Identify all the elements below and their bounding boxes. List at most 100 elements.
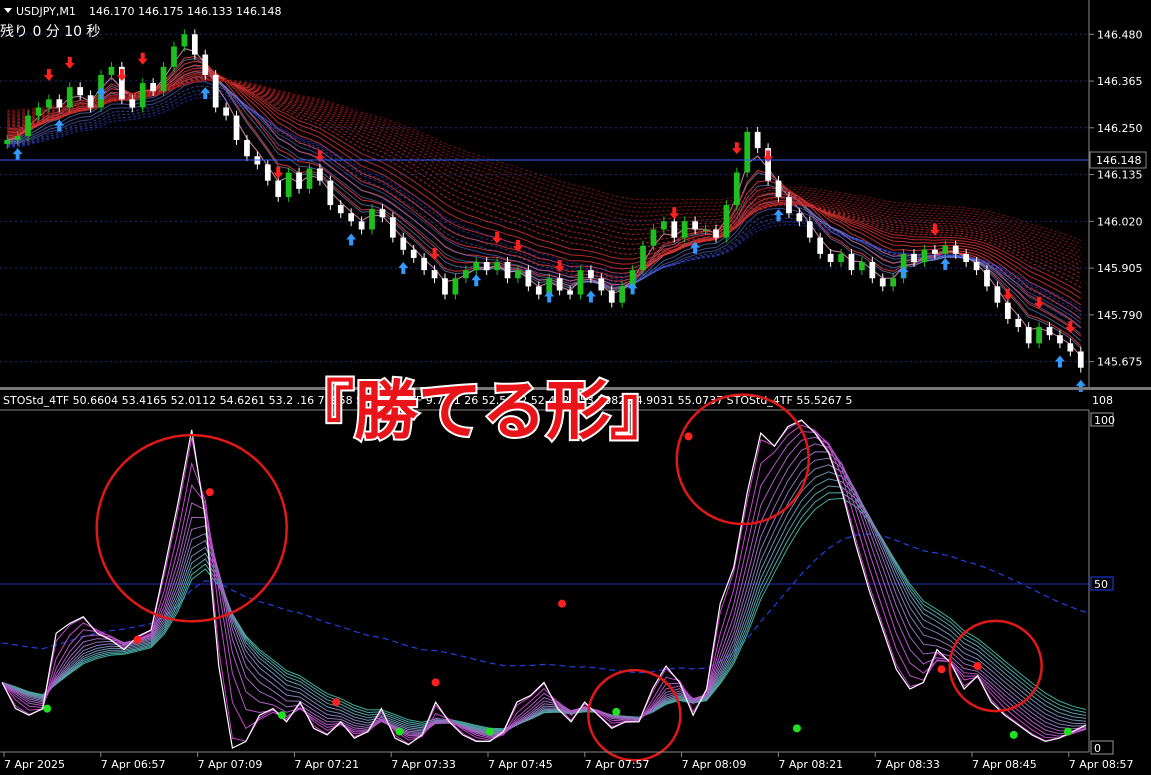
candle-body bbox=[87, 95, 94, 108]
time-tick-label: 7 Apr 08:09 bbox=[682, 758, 747, 771]
candle-body bbox=[421, 257, 428, 271]
sell-signal-dot bbox=[937, 665, 946, 674]
buy-signal-dot bbox=[395, 727, 404, 736]
stochastic-ribbon-line bbox=[1, 431, 1087, 739]
candle-body bbox=[921, 249, 928, 262]
candle-body bbox=[389, 217, 396, 238]
candle-body bbox=[650, 229, 657, 246]
price-tick-label: 146.365 bbox=[1097, 75, 1143, 88]
price-tick-label: 146.250 bbox=[1097, 122, 1143, 135]
candle-body bbox=[869, 262, 876, 279]
candle-body bbox=[171, 46, 177, 67]
buy-signal-dot bbox=[792, 724, 801, 733]
price-tick-label: 145.675 bbox=[1097, 356, 1143, 369]
buy-signal-dot bbox=[485, 727, 494, 736]
candle-body bbox=[598, 278, 605, 291]
candle-body bbox=[317, 168, 323, 181]
candle-body bbox=[911, 253, 917, 262]
highlight-circle bbox=[948, 619, 1043, 713]
candle-body bbox=[369, 209, 375, 230]
candle-body bbox=[660, 221, 667, 230]
ohlc-label: 146.170 146.175 146.133 146.148 bbox=[89, 5, 281, 18]
candle-body bbox=[264, 164, 271, 181]
candle-body bbox=[806, 221, 813, 238]
price-tick-label: 146.020 bbox=[1097, 215, 1143, 228]
price-tick-label: 145.905 bbox=[1097, 262, 1143, 275]
candle-body bbox=[838, 253, 844, 262]
time-tick-label: 7 Apr 08:21 bbox=[778, 758, 843, 771]
trading-chart[interactable]: 146.480 146.365 146.250 146.135 146.020 145.9… bbox=[0, 0, 1151, 775]
candle-body bbox=[859, 262, 865, 271]
candle-body bbox=[577, 270, 584, 295]
buy-signal-dot bbox=[1063, 727, 1072, 736]
time-tick-label: 7 Apr 08:57 bbox=[1069, 758, 1134, 771]
candle-body bbox=[35, 107, 42, 116]
indicator-tick-label: 50 bbox=[1094, 578, 1108, 591]
candle-body bbox=[515, 270, 521, 279]
candle-body bbox=[588, 270, 594, 279]
candle-body bbox=[942, 245, 949, 254]
stochastic-slow-line bbox=[1, 533, 1087, 674]
candle-body bbox=[223, 107, 229, 116]
candle-body bbox=[1025, 327, 1032, 344]
candle-body bbox=[744, 131, 751, 173]
time-tick-label: 7 Apr 07:09 bbox=[198, 758, 263, 771]
time-tick-label: 7 Apr 08:33 bbox=[875, 758, 940, 771]
candle-body bbox=[25, 115, 31, 136]
candle-body bbox=[191, 34, 198, 55]
candle-body bbox=[337, 205, 344, 214]
price-axis: 146.480 146.365 146.250 146.135 146.020 145.9… bbox=[1088, 0, 1143, 387]
candle-body bbox=[150, 83, 157, 92]
candle-body bbox=[608, 290, 615, 303]
candle-body bbox=[358, 221, 365, 230]
candle-body bbox=[56, 99, 63, 108]
candle-body bbox=[963, 253, 970, 262]
indicator-scale-top: 108 bbox=[1092, 394, 1113, 407]
candle-body bbox=[1036, 327, 1042, 344]
candle-body bbox=[275, 180, 282, 197]
candle-body bbox=[931, 249, 938, 254]
candle-body bbox=[973, 262, 980, 271]
candle-body bbox=[400, 237, 407, 250]
candle-body bbox=[4, 140, 11, 145]
sell-signal-dot bbox=[133, 635, 142, 644]
time-tick-label: 7 Apr 07:45 bbox=[488, 758, 553, 771]
time-tick-label: 7 Apr 06:57 bbox=[101, 758, 166, 771]
candle-body bbox=[66, 87, 73, 108]
candle-body bbox=[817, 237, 824, 254]
indicator-tick-label: 0 bbox=[1094, 742, 1101, 755]
candle-body bbox=[848, 253, 855, 271]
candle-body bbox=[754, 131, 761, 149]
candle-body bbox=[306, 168, 313, 189]
candle-body bbox=[139, 83, 146, 108]
highlight-circles bbox=[95, 393, 1043, 762]
price-panel[interactable] bbox=[0, 0, 1089, 392]
sell-signal-dot bbox=[684, 432, 693, 441]
time-tick-label: 7 Apr 07:21 bbox=[294, 758, 359, 771]
candle-body bbox=[452, 278, 459, 295]
candle-body bbox=[462, 270, 469, 279]
candle-body bbox=[702, 229, 709, 231]
candle-body bbox=[775, 180, 782, 197]
candle-body bbox=[129, 99, 136, 108]
price-tick-label: 146.135 bbox=[1097, 169, 1143, 182]
candle-body bbox=[77, 87, 84, 96]
time-tick-label: 7 Apr 08:45 bbox=[972, 758, 1037, 771]
candle-body bbox=[494, 262, 500, 271]
candle-body bbox=[1015, 318, 1022, 328]
candle-body bbox=[348, 213, 355, 222]
sell-signal-dot bbox=[205, 488, 214, 497]
candle-body bbox=[890, 278, 897, 287]
indicator-axis: 100 50 0 bbox=[1088, 410, 1115, 755]
buy-signal-dot bbox=[612, 707, 621, 716]
candle-body bbox=[1077, 351, 1084, 368]
candle-body bbox=[671, 221, 678, 238]
time-tick-label: 7 Apr 07:33 bbox=[391, 758, 456, 771]
price-panel-bg bbox=[0, 0, 1089, 387]
highlight-circle bbox=[675, 393, 810, 526]
buy-signal-dot bbox=[43, 704, 52, 713]
buy-signal-dot bbox=[1009, 730, 1018, 739]
candle-body bbox=[442, 278, 448, 295]
indicator-panel[interactable] bbox=[0, 393, 1089, 762]
candle-body bbox=[410, 249, 417, 258]
